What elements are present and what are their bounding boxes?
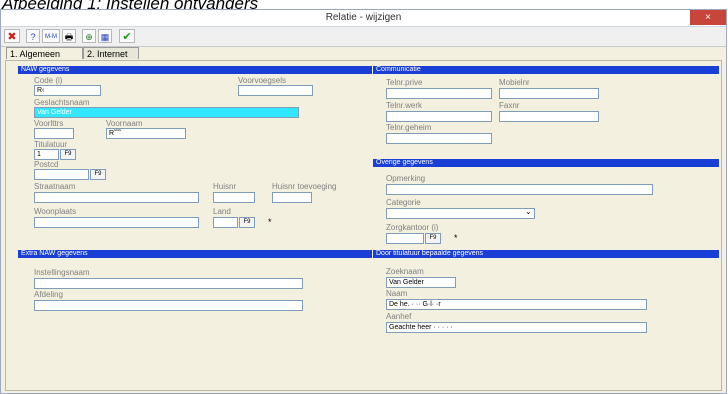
toolbar: ✖ ? M-M 🖶 ⊕ ▦ ✔	[1, 27, 726, 47]
telnr-werk-input[interactable]	[386, 111, 492, 122]
print-button[interactable]: 🖶	[62, 29, 76, 43]
instellingsnaam-input[interactable]	[34, 278, 303, 289]
extra-naw-section-header: Extra NAW gegevens	[18, 250, 372, 258]
communicatie-section-header: Communicatie	[373, 66, 719, 74]
telnr-geheim-input[interactable]	[386, 133, 492, 144]
telnr-geheim-label: Telnr.geheim	[386, 123, 432, 132]
code-label: Code (i)	[34, 76, 63, 85]
land-f9-button[interactable]: F9	[239, 217, 255, 228]
zorgkantoor-f9-button[interactable]: F9	[425, 233, 441, 244]
mobielnr-label: Mobielnr	[499, 78, 530, 87]
afdeling-label: Afdeling	[34, 290, 63, 299]
telnr-prive-label: Telnr.prive	[386, 78, 423, 87]
voorvoegsels-input[interactable]	[238, 85, 313, 96]
land-required-marker: *	[268, 217, 272, 227]
merge-button[interactable]: M-M	[42, 29, 60, 43]
cancel-button[interactable]: ✖	[4, 29, 20, 43]
chevron-down-icon[interactable]: ⌄	[525, 207, 532, 216]
zorgkantoor-required-marker: *	[454, 233, 458, 243]
zorgkantoor-input[interactable]	[386, 233, 424, 244]
code-input[interactable]: R‹	[34, 85, 101, 96]
naam-input[interactable]: De he. · ·· G·l· ·r	[386, 299, 647, 310]
faxnr-input[interactable]	[499, 111, 599, 122]
telnr-prive-input[interactable]	[386, 88, 492, 99]
tab-content: NAW gegevens Code (i) R‹ Voorvoegsels Ge…	[5, 60, 722, 391]
woonplaats-input[interactable]	[34, 217, 199, 228]
land-label: Land	[213, 207, 231, 216]
window-title: Relatie - wijzigen	[325, 12, 402, 23]
telnr-werk-label: Telnr.werk	[386, 101, 423, 110]
titulatuur-label: Titulatuur	[34, 140, 68, 149]
tab-algemeen[interactable]: 1. Algemeen	[6, 47, 83, 59]
postcd-f9-button[interactable]: F9	[90, 169, 106, 180]
zorgkantoor-label: Zorgkantoor (i)	[386, 223, 439, 232]
huisnr-label: Huisnr	[213, 182, 237, 191]
link-button[interactable]: ⊕	[82, 29, 96, 43]
geslachtsnaam-input[interactable]: Van Gelder	[34, 107, 299, 118]
categorie-select[interactable]	[386, 208, 535, 219]
voornaam-label: Voornaam	[106, 119, 143, 128]
naam-label: Naam	[386, 289, 408, 298]
aanhef-input[interactable]: Geachte heer · · · · ·	[386, 322, 647, 333]
overige-section-header: Overige gegevens	[373, 159, 719, 167]
faxnr-label: Faxnr	[499, 101, 520, 110]
zoeknaam-label: Zoeknaam	[386, 267, 424, 276]
huisnr-toevoeging-input[interactable]	[272, 192, 312, 203]
voorlttrs-input[interactable]	[34, 128, 74, 139]
huisnr-input[interactable]	[213, 192, 255, 203]
grid-button[interactable]: ▦	[98, 29, 112, 43]
titulatuur-f9-button[interactable]: F9	[60, 149, 76, 160]
tab-internet[interactable]: 2. Internet	[83, 47, 139, 59]
opmerking-input[interactable]	[386, 184, 653, 195]
postcd-label: Postcd	[34, 160, 59, 169]
titulatuur-input[interactable]: 1	[34, 149, 59, 160]
relatie-window: Relatie - wijzigen × ✖ ? M-M 🖶 ⊕ ▦ ✔ 1. …	[0, 9, 727, 394]
instellingsnaam-label: Instellingsnaam	[34, 268, 90, 277]
land-input[interactable]	[213, 217, 238, 228]
help-button[interactable]: ?	[26, 29, 40, 43]
aanhef-label: Aanhef	[386, 312, 412, 321]
naw-section-header: NAW gegevens	[18, 66, 372, 74]
postcd-input[interactable]	[34, 169, 89, 180]
title-bar: Relatie - wijzigen ×	[1, 10, 726, 27]
titulatuur-section-header: Door titulatuur bepaalde gegevens	[373, 250, 719, 258]
afdeling-input[interactable]	[34, 300, 303, 311]
straatnaam-input[interactable]	[34, 192, 199, 203]
woonplaats-label: Woonplaats	[34, 207, 77, 216]
opmerking-label: Opmerking	[386, 174, 426, 183]
geslachtsnaam-label: Geslachtsnaam	[34, 98, 90, 107]
ok-button[interactable]: ✔	[119, 29, 135, 43]
mobielnr-input[interactable]	[499, 88, 599, 99]
voorvoegsels-label: Voorvoegsels	[238, 76, 287, 85]
straatnaam-label: Straatnaam	[34, 182, 76, 191]
close-button[interactable]: ×	[690, 10, 726, 25]
zoeknaam-input[interactable]: Van Gelder	[386, 277, 456, 288]
tab-bar: 1. Algemeen 2. Internet	[1, 47, 726, 59]
voornaam-input[interactable]: R˜˜˜	[106, 128, 186, 139]
categorie-label: Categorie	[386, 198, 421, 207]
huisnr-toevoeging-label: Huisnr toevoeging	[272, 182, 337, 191]
voorlttrs-label: Voorlttrs	[34, 119, 64, 128]
